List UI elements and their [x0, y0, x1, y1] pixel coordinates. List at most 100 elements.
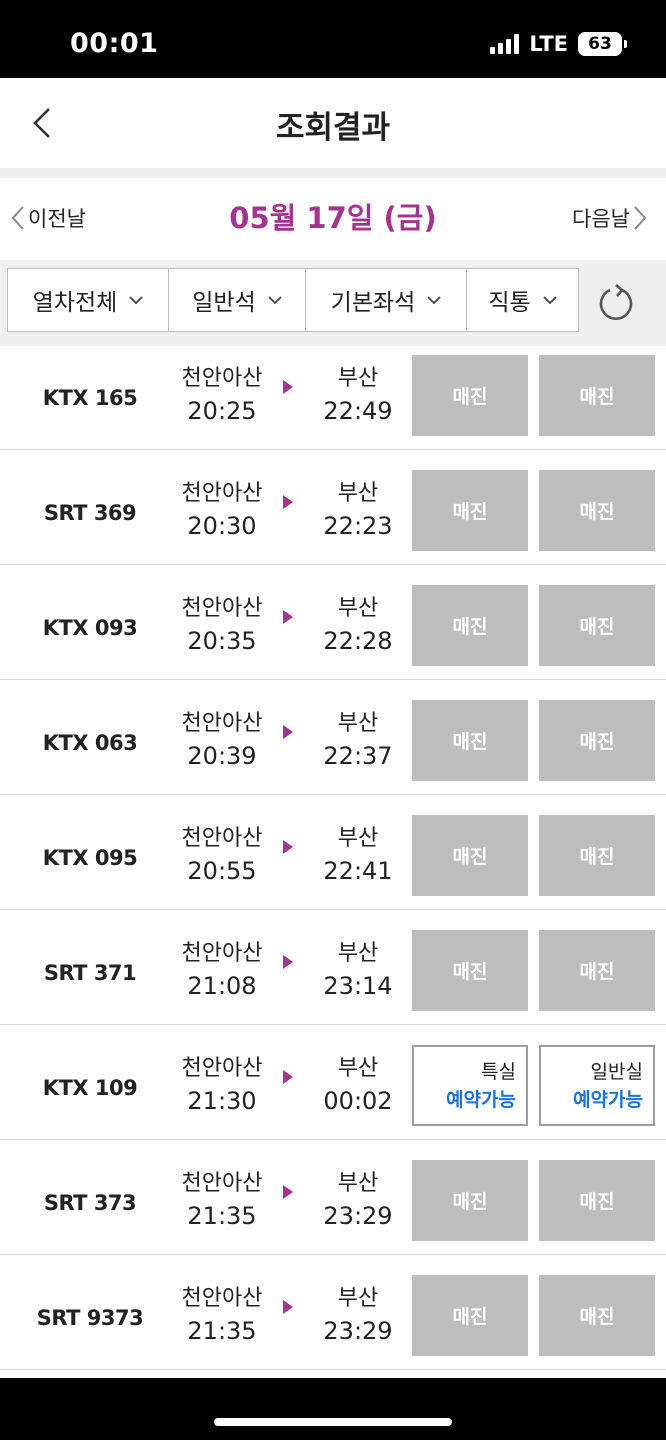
sold-out-label: 매진	[579, 846, 615, 868]
standard-seat-button[interactable]: 매진	[539, 1275, 655, 1356]
standard-seat-button[interactable]: 매진	[539, 355, 655, 436]
chevron-down-icon	[427, 295, 441, 304]
table-row[interactable]: SRT 373 천안아산 21:35 부산 23:29 매진 매진	[0, 1151, 666, 1255]
train-number: KTX 109	[42, 1076, 138, 1100]
filter-seat-class[interactable]: 일반석	[169, 269, 306, 331]
train-number: SRT 369	[43, 501, 137, 525]
arrow-right-icon	[283, 1185, 293, 1199]
seat-class-label: 특실	[481, 1060, 516, 1083]
departure-station: 천안아산	[181, 481, 263, 506]
train-number: SRT 9373	[36, 1306, 144, 1330]
next-day-label: 다음날	[572, 207, 630, 231]
arrival-station: 부산	[337, 1171, 379, 1196]
train-number: KTX 165	[42, 386, 138, 410]
standard-seat-button[interactable]: 매진	[539, 930, 655, 1011]
arrival-time: 22:23	[323, 512, 393, 540]
standard-seat-button[interactable]: 매진	[539, 700, 655, 781]
refresh-button[interactable]	[596, 282, 636, 322]
departure-station: 천안아산	[181, 826, 263, 851]
next-day-button[interactable]: 다음날	[572, 198, 648, 238]
departure-station: 천안아산	[181, 1171, 263, 1196]
arrow-right-icon	[283, 725, 293, 739]
arrival-time: 22:41	[323, 857, 393, 885]
train-number: KTX 095	[42, 846, 138, 870]
chevron-right-icon	[634, 206, 647, 230]
arrow-right-icon	[283, 840, 293, 854]
departure: 천안아산 21:35	[162, 1282, 282, 1348]
arrow-right-icon	[283, 1070, 293, 1084]
first-class-seat-button[interactable]: 매진	[412, 355, 528, 436]
arrival-time: 00:02	[323, 1087, 393, 1115]
filter-label: 기본좌석	[330, 290, 416, 316]
table-row[interactable]: KTX 093 천안아산 20:35 부산 22:28 매진 매진	[0, 576, 666, 680]
arrow-right-icon	[283, 610, 293, 624]
sold-out-label: 매진	[452, 501, 488, 523]
filter-train-type[interactable]: 열차전체	[8, 269, 169, 331]
sold-out-label: 매진	[452, 616, 488, 638]
filter-group: 열차전체 일반석 기본좌석 직통	[7, 268, 579, 332]
filter-label: 일반석	[192, 290, 256, 316]
arrival-station: 부산	[337, 1286, 379, 1311]
refresh-icon	[599, 284, 633, 321]
table-row[interactable]: KTX 095 천안아산 20:55 부산 22:41 매진 매진	[0, 806, 666, 910]
departure-station: 천안아산	[181, 941, 263, 966]
table-row[interactable]: KTX 063 천안아산 20:39 부산 22:37 매진 매진	[0, 691, 666, 795]
arrival: 부산 22:49	[298, 362, 418, 428]
arrival-time: 22:37	[323, 742, 393, 770]
sold-out-label: 매진	[452, 846, 488, 868]
train-list: KTX 165 천안아산 20:25 부산 22:49 매진 매진 SRT 36…	[0, 346, 666, 1381]
departure-station: 천안아산	[181, 711, 263, 736]
first-class-seat-button[interactable]: 매진	[412, 930, 528, 1011]
first-class-seat-button[interactable]: 매진	[412, 470, 528, 551]
departure-time: 20:55	[187, 857, 257, 885]
departure-station: 천안아산	[181, 596, 263, 621]
first-class-seat-button[interactable]: 매진	[412, 700, 528, 781]
sold-out-label: 매진	[579, 1191, 615, 1213]
departure-station: 천안아산	[181, 366, 263, 391]
sold-out-label: 매진	[579, 616, 615, 638]
page-title: 조회결과	[275, 110, 391, 146]
departure: 천안아산 20:30	[162, 477, 282, 543]
first-class-seat-button[interactable]: 특실예약가능	[412, 1045, 528, 1126]
departure-time: 21:35	[187, 1317, 257, 1345]
train-number: SRT 373	[43, 1191, 137, 1215]
arrow-right-icon	[283, 1300, 293, 1314]
seat-class-label: 일반실	[590, 1060, 643, 1083]
sold-out-label: 매진	[452, 961, 488, 983]
departure: 천안아산 20:55	[162, 822, 282, 888]
standard-seat-button[interactable]: 매진	[539, 470, 655, 551]
arrival-time: 22:28	[323, 627, 393, 655]
departure: 천안아산 21:08	[162, 937, 282, 1003]
first-class-seat-button[interactable]: 매진	[412, 1160, 528, 1241]
first-class-seat-button[interactable]: 매진	[412, 585, 528, 666]
departure: 천안아산 20:25	[162, 362, 282, 428]
sold-out-label: 매진	[579, 501, 615, 523]
table-row[interactable]: KTX 109 천안아산 21:30 부산 00:02 특실 예약가능 일반실 예약…	[0, 1036, 666, 1140]
standard-seat-button[interactable]: 일반실 예약가능	[539, 1045, 655, 1126]
train-number: SRT 371	[43, 961, 137, 985]
arrival: 부산 22:37	[298, 707, 418, 773]
arrival-time: 22:49	[323, 397, 393, 425]
first-class-seat-button[interactable]: 매진	[412, 815, 528, 896]
arrival: 부산 22:41	[298, 822, 418, 888]
first-class-seat-button[interactable]: 매진	[412, 1275, 528, 1356]
table-row[interactable]: KTX 165 천안아산 20:25 부산 22:49 매진 매진	[0, 346, 666, 450]
sold-out-label: 매진	[579, 731, 615, 753]
table-row[interactable]: SRT 369 천안아산 20:30 부산 22:23 매진 매진	[0, 461, 666, 565]
table-row[interactable]: SRT 371 천안아산 21:08 부산 23:14 매진 매진	[0, 921, 666, 1025]
table-row[interactable]: SRT 9373 천안아산 21:35 부산 23:29 매진 매진	[0, 1266, 666, 1370]
home-indicator[interactable]	[214, 1418, 452, 1426]
arrival-time: 23:29	[323, 1202, 393, 1230]
availability-status: 예약가능	[446, 1088, 516, 1111]
departure: 천안아산 21:30	[162, 1052, 282, 1118]
arrival: 부산 23:14	[298, 937, 418, 1003]
filter-direct[interactable]: 직통	[467, 269, 578, 331]
sold-out-label: 매진	[452, 731, 488, 753]
standard-seat-button[interactable]: 매진	[539, 585, 655, 666]
standard-seat-button[interactable]: 매진	[539, 1160, 655, 1241]
standard-seat-button[interactable]: 매진	[539, 815, 655, 896]
filter-seat-type[interactable]: 기본좌석	[306, 269, 467, 331]
arrival-station: 부산	[337, 481, 379, 506]
status-time: 00:01	[70, 28, 159, 59]
divider	[0, 168, 666, 178]
